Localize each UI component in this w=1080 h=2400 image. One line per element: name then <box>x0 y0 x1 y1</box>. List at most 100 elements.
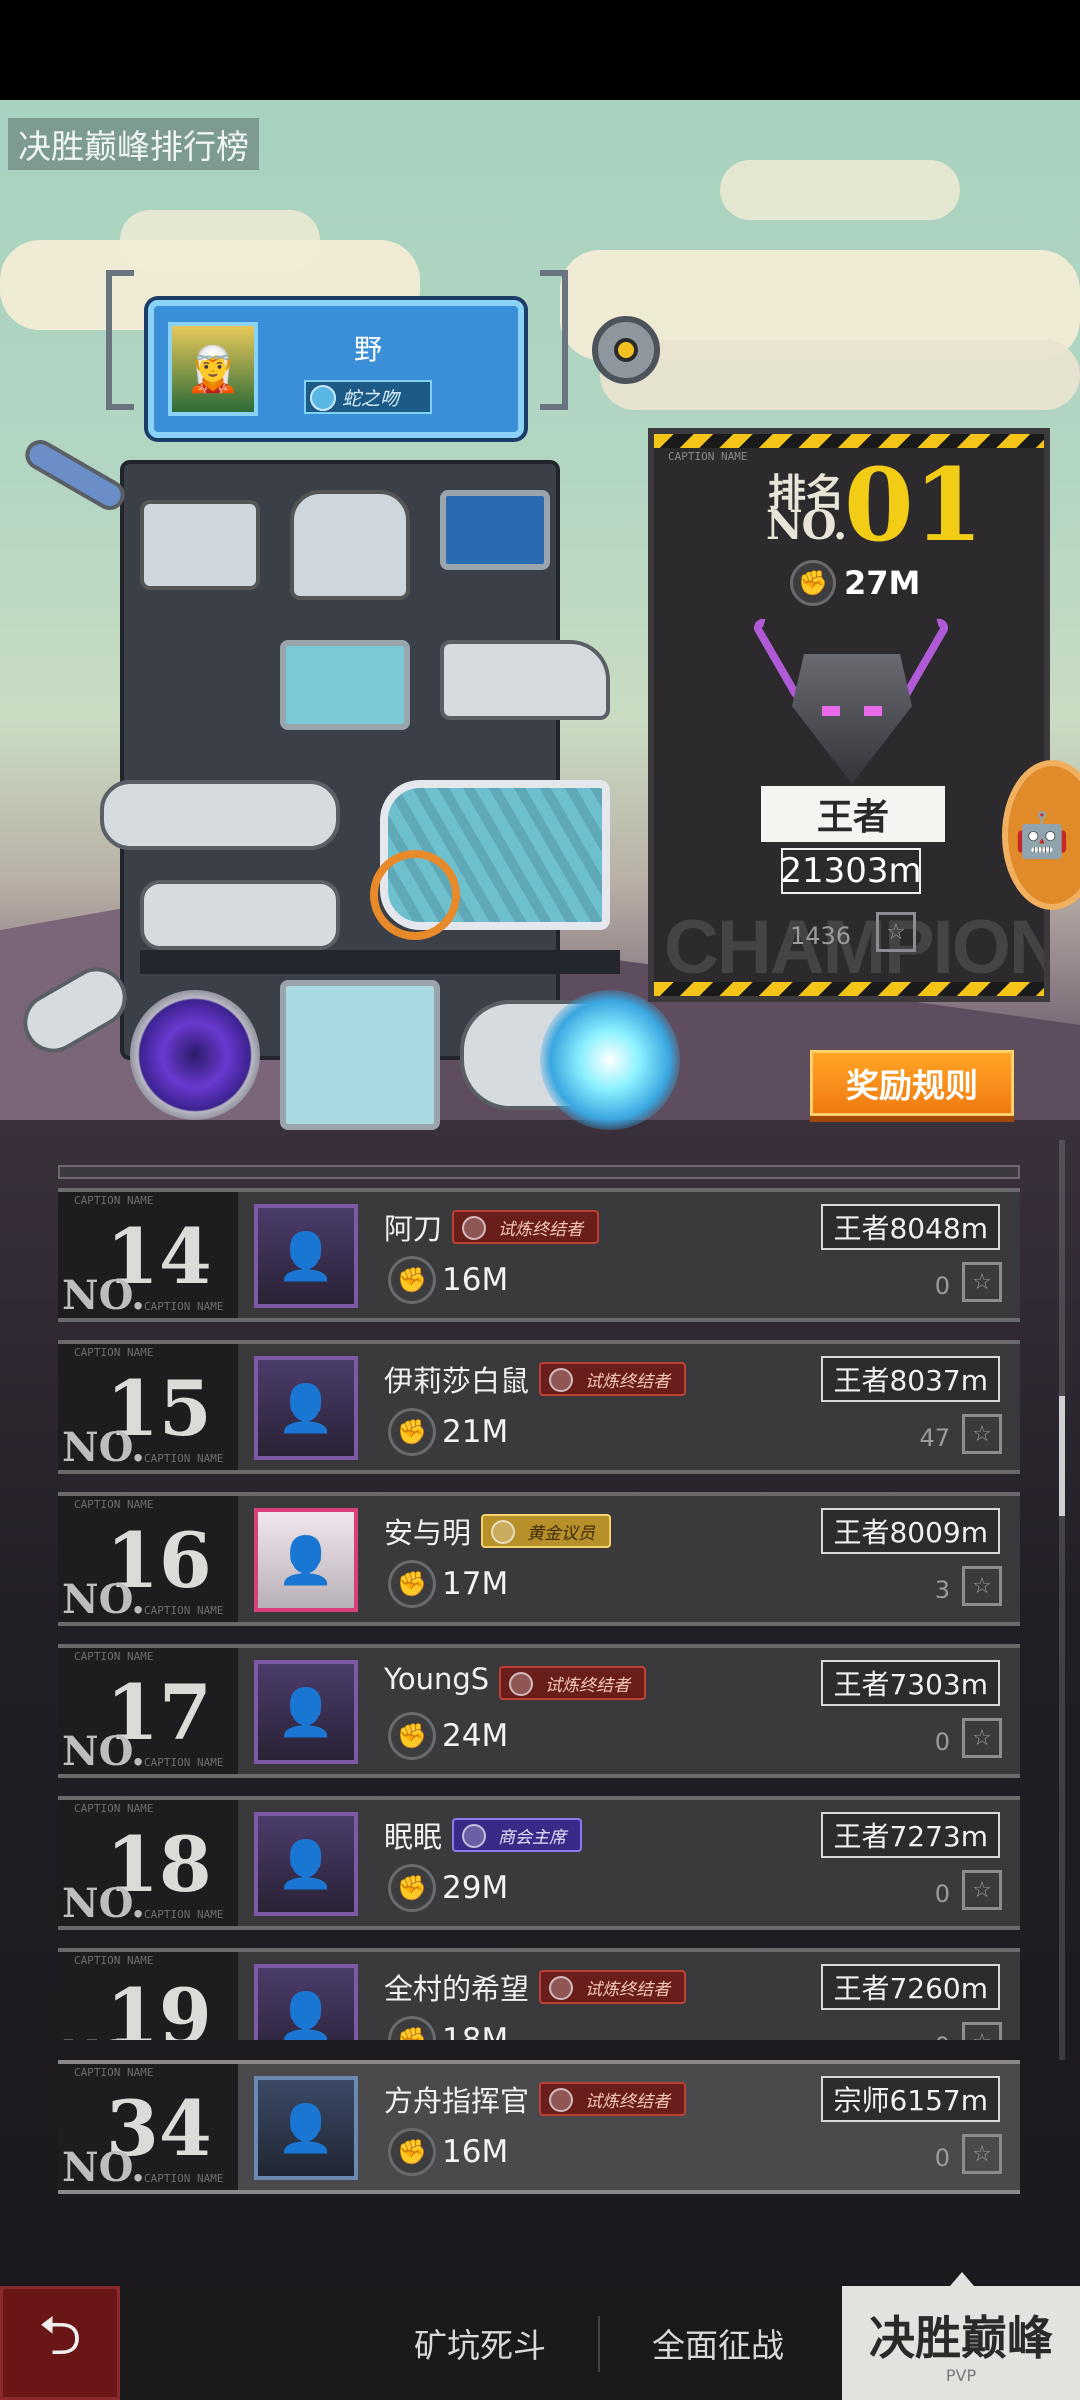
power-value: 24M <box>442 1718 509 1754</box>
page-title: 决胜巅峰排行榜 <box>8 118 259 170</box>
rank-number-block: CAPTION NAME 34 NO. CAPTION NAME <box>58 2064 238 2191</box>
my-rank-row[interactable]: CAPTION NAME 34 NO. CAPTION NAME 👤 方舟指挥官… <box>58 2060 1020 2194</box>
like-icon[interactable]: ☆ <box>962 2022 1002 2040</box>
badge-emblem-icon <box>462 1824 486 1848</box>
badge-text: 商会主席 <box>498 1827 566 1848</box>
caption-label: CAPTION NAME <box>74 1194 154 1207</box>
like-icon[interactable]: ☆ <box>962 1414 1002 1454</box>
badge-text: 试炼终结者 <box>585 1979 670 2000</box>
reward-rules-button[interactable]: 奖励规则 <box>810 1050 1014 1116</box>
scrollbar-track[interactable] <box>1059 1140 1065 2060</box>
rank-row[interactable]: CAPTION NAME 19 NO. CAPTION NAME 👤 全村的希望… <box>58 1948 1020 2040</box>
player-avatar[interactable]: 👤 <box>254 1964 358 2040</box>
tab-pvp-sublabel: PVP <box>945 2365 977 2385</box>
title-badge: 试炼终结者 <box>452 1210 599 1244</box>
power-value: 16M <box>442 1262 509 1298</box>
like-count: 0 <box>934 1728 950 1756</box>
scrollbar-thumb[interactable] <box>1059 1396 1065 1516</box>
badge-text: 试炼终结者 <box>585 1371 670 1392</box>
back-arrow-icon[interactable]: ⮌ <box>0 2286 120 2400</box>
rank-number: 19 <box>106 1972 212 2040</box>
power-display: ✊ 18M <box>388 2016 508 2040</box>
caption-label: CAPTION NAME <box>74 1650 154 1663</box>
rank-row[interactable]: CAPTION NAME 18 NO. CAPTION NAME 👤 眠眠 商会… <box>58 1796 1020 1930</box>
like-icon[interactable]: ☆ <box>876 912 916 952</box>
tab-peak-showdown[interactable]: 决胜巅峰 PVP <box>842 2272 1080 2400</box>
caption-label: CAPTION NAME <box>144 1604 224 1617</box>
player-avatar[interactable]: 👤 <box>254 2076 358 2180</box>
rank-number-block: CAPTION NAME 17 NO. CAPTION NAME <box>58 1648 238 1775</box>
power-value: 16M <box>442 2134 509 2170</box>
power-value: 27M <box>844 564 921 602</box>
fist-icon: ✊ <box>388 2128 436 2176</box>
tier-score: 王者7273m <box>821 1812 1000 1858</box>
player-avatar[interactable]: 🧝 <box>168 322 258 416</box>
like-icon[interactable]: ☆ <box>962 1566 1002 1606</box>
caption-label: CAPTION NAME <box>74 1346 154 1359</box>
fist-icon: ✊ <box>388 1712 436 1760</box>
player-avatar[interactable]: 👤 <box>254 1660 358 1764</box>
like-count: 1436 <box>790 922 852 950</box>
caption-label: CAPTION NAME <box>74 1954 154 1967</box>
tier-score: 王者7303m <box>821 1660 1000 1706</box>
power-display: ✊ 29M <box>388 1864 508 1912</box>
no-label: NO. <box>62 1880 145 1927</box>
tab-mine-deathmatch[interactable]: 矿坑死斗 <box>380 2286 580 2400</box>
no-label: NO. <box>62 1424 145 1471</box>
top-rank-card[interactable]: CAPTION NAME 排名 NO. 01 ✊ 27M 王者 21303m C… <box>648 428 1050 1002</box>
no-label: NO. <box>62 2144 145 2191</box>
like-icon[interactable]: ☆ <box>962 2134 1002 2174</box>
power-value: 21M <box>442 1414 509 1450</box>
like-icon[interactable]: ☆ <box>962 1870 1002 1910</box>
player-card[interactable]: 🧝 野 蛇之吻 <box>148 300 524 438</box>
power-display: ✊ 16M <box>388 1256 508 1304</box>
badge-emblem-icon <box>549 1976 573 2000</box>
power-value: 29M <box>442 1870 509 1906</box>
status-bar <box>0 0 1080 100</box>
badge-emblem-icon <box>462 1216 486 1240</box>
rank-row[interactable]: CAPTION NAME 15 NO. CAPTION NAME 👤 伊莉莎白鼠… <box>58 1340 1020 1474</box>
title-badge: 试炼终结者 <box>539 2082 686 2116</box>
rank-row[interactable]: CAPTION NAME 17 NO. CAPTION NAME 👤 Young… <box>58 1644 1020 1778</box>
like-icon[interactable]: ☆ <box>962 1262 1002 1302</box>
ranking-list[interactable]: CAPTION NAME 14 NO. CAPTION NAME 👤 阿刀 试炼… <box>58 1188 1020 2040</box>
player-name: 全村的希望 <box>384 1972 530 2006</box>
tier-score: 王者7260m <box>821 1964 1000 2010</box>
like-count: 0 <box>934 1880 950 1908</box>
player-name: 眠眠 <box>384 1820 443 1854</box>
like-count: 3 <box>934 1576 950 1604</box>
badge-text: 试炼终结者 <box>545 1675 630 1696</box>
fist-icon: ✊ <box>388 1256 436 1304</box>
power-display: ✊ 24M <box>388 1712 508 1760</box>
player-name: YoungS <box>384 1662 490 1696</box>
no-label: NO. <box>62 2032 145 2040</box>
power-display: ✊ 17M <box>388 1560 508 1608</box>
power-display: ✊ 21M <box>388 1408 508 1456</box>
caption-label: CAPTION NAME <box>144 2172 224 2185</box>
like-count: 0 <box>934 2144 950 2172</box>
caption-label: CAPTION NAME <box>74 1802 154 1815</box>
player-name: 野 <box>354 333 383 366</box>
player-avatar[interactable]: 👤 <box>254 1204 358 1308</box>
power-value: 17M <box>442 1566 509 1602</box>
badge-text: 黄金议员 <box>527 1523 595 1544</box>
player-name: 伊莉莎白鼠 <box>384 1364 530 1398</box>
rank-row[interactable]: CAPTION NAME 16 NO. CAPTION NAME 👤 安与明 黄… <box>58 1492 1020 1626</box>
tier-score: 王者8048m <box>821 1204 1000 1250</box>
bottom-nav: ⮌ 矿坑死斗 全面征战 决胜巅峰 PVP <box>0 2272 1080 2400</box>
rank-row[interactable]: CAPTION NAME 14 NO. CAPTION NAME 👤 阿刀 试炼… <box>58 1188 1020 1322</box>
fist-icon: ✊ <box>388 2016 436 2040</box>
caption-label: CAPTION NAME <box>668 450 748 463</box>
player-avatar[interactable]: 👤 <box>254 1812 358 1916</box>
like-icon[interactable]: ☆ <box>962 1718 1002 1758</box>
badge-emblem-icon <box>549 2088 573 2112</box>
player-avatar[interactable]: 👤 <box>254 1356 358 1460</box>
player-avatar[interactable]: 👤 <box>254 1508 358 1612</box>
fist-icon: ✊ <box>790 560 836 606</box>
badge-emblem-icon <box>491 1520 515 1544</box>
like-count: 0 <box>935 2032 950 2040</box>
title-badge: 试炼终结者 <box>539 1362 686 1396</box>
tier-score: 宗师6157m <box>821 2076 1000 2122</box>
player-title-text: 蛇之吻 <box>342 387 400 410</box>
tab-full-conquest[interactable]: 全面征战 <box>618 2286 818 2400</box>
